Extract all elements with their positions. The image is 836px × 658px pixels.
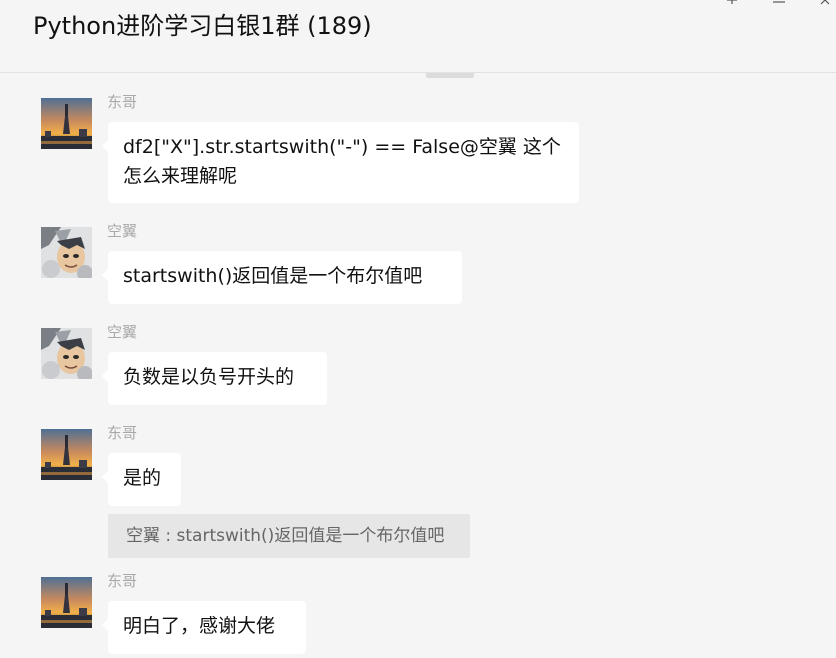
minimize-icon[interactable] bbox=[770, 0, 790, 8]
sender-name: 东哥 bbox=[107, 572, 138, 590]
city-tower-sunset-avatar[interactable] bbox=[41, 429, 92, 480]
chat-window: Python进阶学习白银1群 (189) 东哥 df2["X"].str.sta… bbox=[0, 0, 836, 658]
message-text: df2["X"].str.startswith("-") == False@空翼… bbox=[123, 136, 561, 187]
pin-icon[interactable] bbox=[722, 0, 742, 8]
quoted-message[interactable]: 空翼 : startswith()返回值是一个布尔值吧 bbox=[108, 514, 470, 558]
sender-name: 东哥 bbox=[107, 93, 138, 111]
city-tower-sunset-avatar[interactable] bbox=[41, 98, 92, 149]
message-text: startswith()返回值是一个布尔值吧 bbox=[123, 265, 423, 287]
city-tower-sunset-avatar[interactable] bbox=[41, 577, 92, 628]
chat-header: Python进阶学习白银1群 (189) bbox=[0, 0, 836, 73]
message-bubble[interactable]: 是的 bbox=[102, 453, 181, 506]
chat-title: Python进阶学习白银1群 (189) bbox=[33, 12, 372, 40]
message-text: 负数是以负号开头的 bbox=[123, 366, 295, 388]
sender-name: 空翼 bbox=[107, 222, 138, 240]
message-bubble[interactable]: startswith()返回值是一个布尔值吧 bbox=[102, 251, 462, 304]
anime-character-avatar[interactable] bbox=[41, 328, 92, 379]
message-text: 明白了，感谢大佬 bbox=[123, 615, 276, 637]
close-icon[interactable] bbox=[818, 0, 836, 8]
message-text: 是的 bbox=[123, 467, 162, 489]
message-bubble[interactable]: 明白了，感谢大佬 bbox=[102, 601, 306, 654]
sender-name: 空翼 bbox=[107, 323, 138, 341]
sender-name: 东哥 bbox=[107, 424, 138, 442]
message-bubble[interactable]: 负数是以负号开头的 bbox=[102, 352, 327, 405]
message-bubble[interactable]: df2["X"].str.startswith("-") == False@空翼… bbox=[102, 122, 579, 203]
scroll-indicator[interactable] bbox=[426, 73, 474, 78]
anime-character-avatar[interactable] bbox=[41, 227, 92, 278]
